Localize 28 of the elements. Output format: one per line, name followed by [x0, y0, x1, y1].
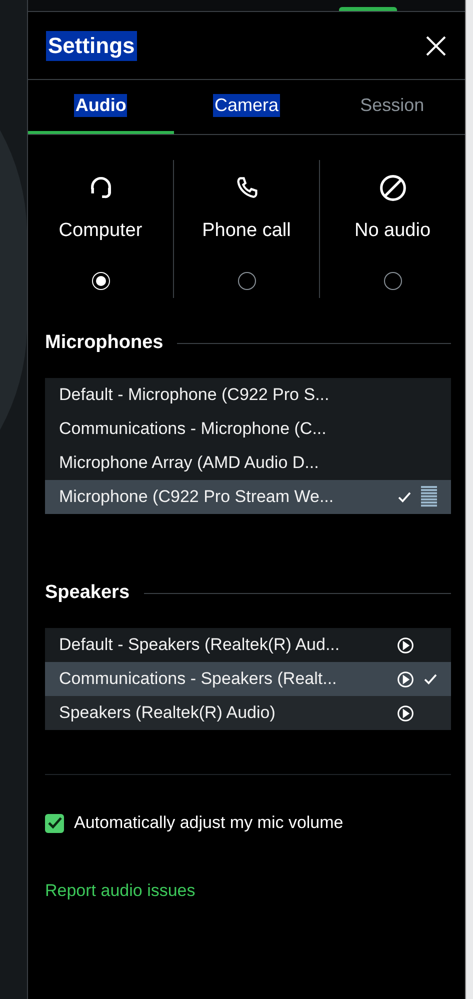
window-title: Settings	[46, 30, 137, 60]
audio-mode-label: Computer	[58, 220, 142, 242]
radio-button[interactable]	[384, 272, 402, 290]
play-icon[interactable]	[397, 636, 414, 654]
device-item[interactable]: Communications - Microphone (C...	[45, 412, 451, 446]
no-audio-icon	[378, 174, 406, 202]
device-item[interactable]: Default - Speakers (Realtek(R) Aud...	[45, 628, 451, 662]
audio-mode-label: Phone call	[202, 220, 291, 242]
tab[interactable]: Audio	[28, 80, 174, 134]
close-icon[interactable]	[425, 34, 447, 56]
checkbox-label: Automatically adjust my mic volume	[74, 813, 344, 833]
play-icon[interactable]	[397, 704, 414, 722]
section-heading: Speakers	[45, 582, 130, 604]
device-item[interactable]: Speakers (Realtek(R) Audio)	[45, 696, 451, 730]
level-meter-icon	[421, 486, 437, 508]
tab[interactable]: Camera	[174, 80, 320, 134]
radio-button[interactable]	[238, 272, 256, 290]
device-item[interactable]: Default - Microphone (C922 Pro S...	[45, 378, 451, 412]
section-heading: Microphones	[45, 332, 164, 354]
background-tab-indicator	[339, 7, 397, 11]
play-icon[interactable]	[397, 670, 414, 688]
audio-mode-label: No audio	[354, 220, 431, 242]
device-item[interactable]: Microphone Array (AMD Audio D...	[45, 446, 451, 480]
device-item[interactable]: Communications - Speakers (Realt...	[45, 662, 451, 696]
checkbox[interactable]	[45, 814, 64, 832]
device-item[interactable]: Microphone (C922 Pro Stream We...	[45, 480, 451, 514]
report-link[interactable]: Report audio issues	[45, 881, 196, 901]
tab[interactable]: Session	[319, 80, 466, 134]
